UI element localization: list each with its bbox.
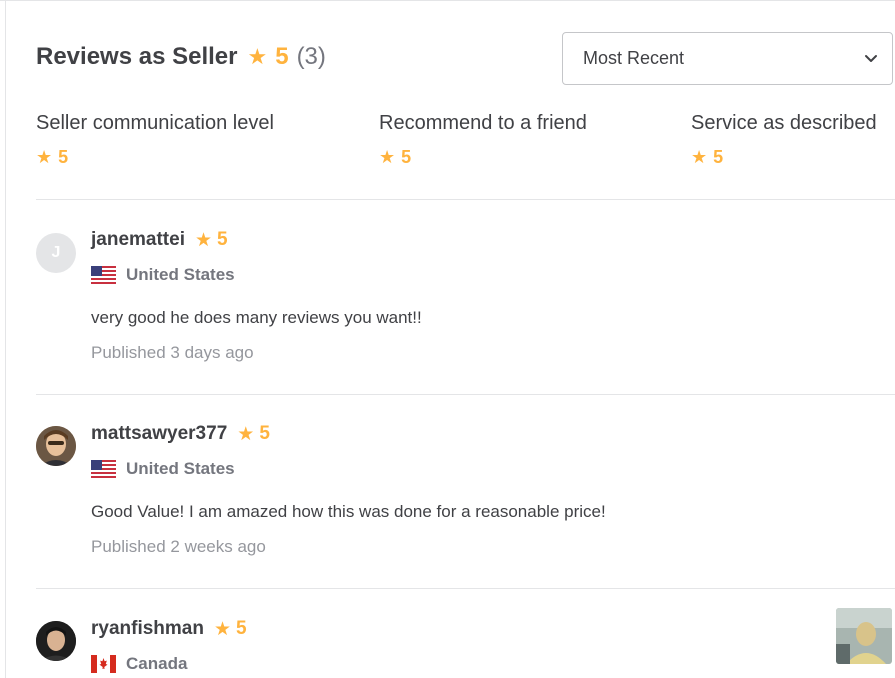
star-icon: ★: [213, 618, 232, 640]
metric-label: Seller communication level: [36, 112, 274, 134]
review-item: ryanfishman ★ 5 Canada: [36, 608, 895, 678]
reviewer-country: United States: [91, 458, 235, 480]
review-header: ryanfishman ★ 5: [91, 617, 247, 641]
metric-rating: ★ 5: [36, 147, 274, 168]
metric-rating: ★ 5: [379, 147, 587, 168]
review-text: very good he does many reviews you want!…: [91, 308, 422, 327]
avatar[interactable]: J: [36, 233, 76, 273]
metric-label: Service as described: [691, 112, 877, 134]
review-score: 5: [236, 618, 247, 639]
overall-score: 5: [275, 43, 289, 70]
chevron-down-icon: [865, 55, 877, 62]
attachment-image-icon: [836, 608, 892, 664]
frame-top-border: [0, 0, 895, 1]
us-flag-icon: [91, 460, 116, 478]
review-rating: ★ 5: [195, 229, 228, 252]
avatar-photo-icon: [36, 426, 76, 466]
metric-rating: ★ 5: [691, 147, 877, 168]
metric-score: 5: [58, 147, 69, 167]
review-rating: ★ 5: [237, 423, 270, 446]
review-score: 5: [259, 423, 270, 444]
published-date: Published 3 days ago: [91, 343, 254, 362]
review-header: mattsawyer377 ★ 5: [91, 422, 270, 446]
star-icon: ★: [36, 147, 53, 167]
metric-label: Recommend to a friend: [379, 112, 587, 134]
review-attachment-thumbnail[interactable]: [836, 608, 892, 664]
reviews-title: Reviews as Seller: [36, 43, 238, 70]
published-date: Published 2 weeks ago: [91, 537, 266, 556]
metric-service: Service as described ★ 5: [691, 111, 877, 168]
review-score: 5: [217, 229, 228, 250]
divider: [36, 394, 895, 395]
star-icon: ★: [237, 423, 255, 445]
avatar-photo-icon: [36, 621, 76, 661]
country-name: Canada: [126, 654, 188, 673]
sort-select[interactable]: Most Recent: [562, 32, 893, 85]
country-name: United States: [126, 459, 235, 478]
review-item: mattsawyer377 ★ 5 United States Good Val…: [36, 422, 895, 572]
avatar[interactable]: [36, 426, 76, 466]
canada-flag-icon: [91, 655, 116, 673]
star-icon: ★: [379, 147, 396, 167]
review-rating: ★ 5: [214, 618, 247, 641]
metric-score: 5: [401, 147, 412, 167]
review-header: janemattei ★ 5: [91, 228, 228, 252]
reviewer-username[interactable]: ryanfishman: [91, 618, 204, 640]
country-name: United States: [126, 265, 235, 284]
reviewer-country: Canada: [91, 653, 187, 675]
metric-recommend: Recommend to a friend ★ 5: [379, 111, 587, 168]
reviewer-username[interactable]: mattsawyer377: [91, 423, 227, 445]
reviewer-username[interactable]: janemattei: [91, 229, 185, 251]
review-text: Good Value! I am amazed how this was don…: [91, 502, 606, 521]
star-icon: ★: [194, 229, 213, 251]
review-item: J janemattei ★ 5 United States very good…: [36, 228, 895, 378]
divider: [36, 588, 895, 589]
us-flag-icon: [91, 266, 116, 284]
metric-score: 5: [713, 147, 724, 167]
reviewer-country: United States: [91, 264, 235, 286]
metric-communication: Seller communication level ★ 5: [36, 111, 274, 168]
frame-left-border: [5, 0, 6, 678]
star-icon: ★: [247, 44, 268, 69]
avatar[interactable]: [36, 621, 76, 661]
star-icon: ★: [691, 147, 708, 167]
avatar-letter: J: [51, 244, 61, 261]
review-count: (3): [296, 43, 326, 70]
divider: [36, 199, 895, 200]
sort-selected-value: Most Recent: [583, 48, 685, 68]
rating-breakdown: Seller communication level ★ 5 Recommend…: [0, 111, 895, 181]
reviews-header: Reviews as Seller ★ 5 (3): [36, 42, 326, 72]
